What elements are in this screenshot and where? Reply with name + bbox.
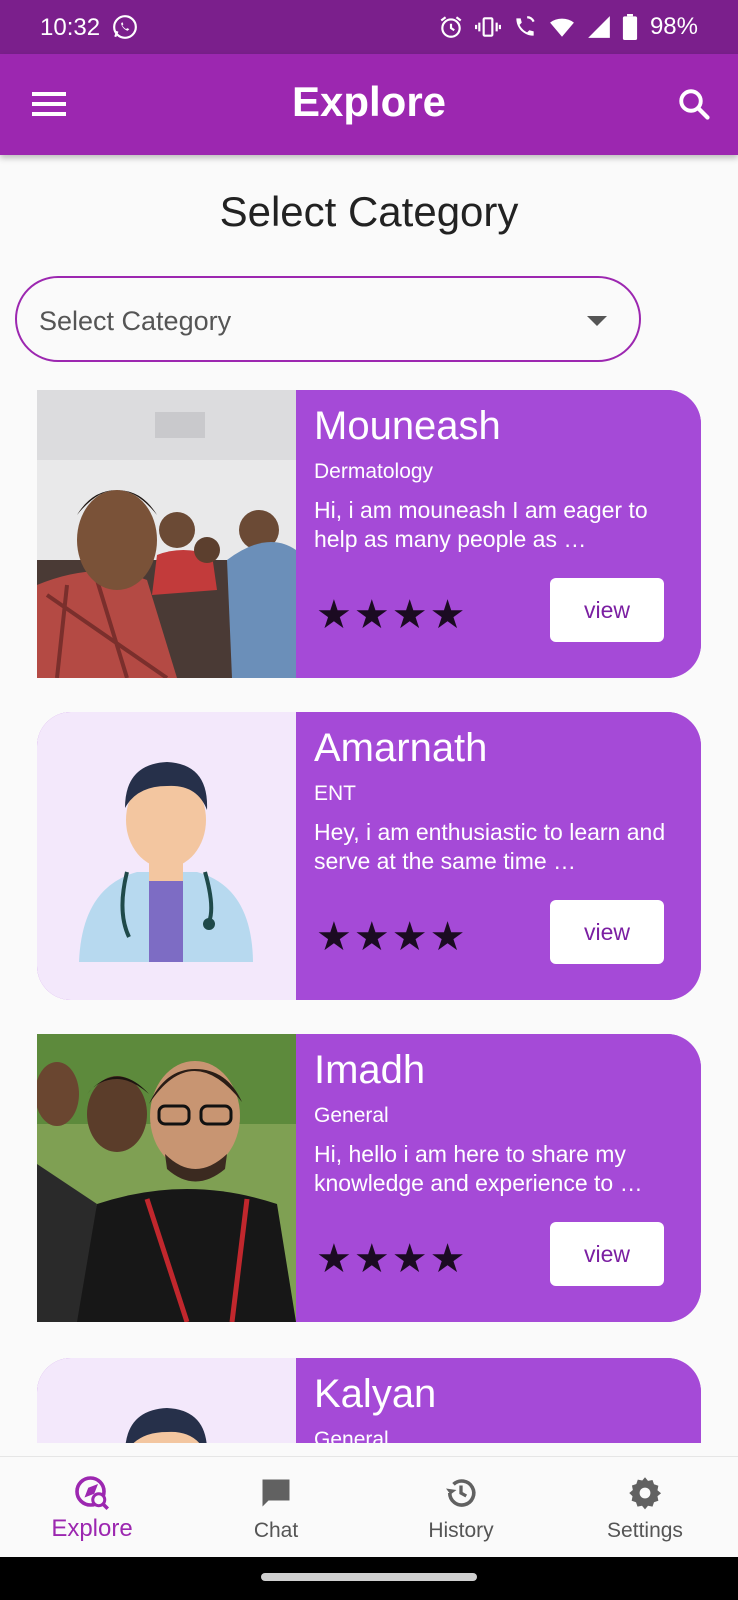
doctor-name: Imadh [314,1048,426,1092]
status-time: 10:32 [40,14,101,41]
doctor-card[interactable]: Mouneash Dermatology Hi, i am mouneash I… [37,390,701,678]
doctor-name: Mouneash [314,404,501,448]
app-bar: Explore [0,54,738,155]
nav-label: History [428,1519,494,1542]
doctor-bio: Hey, i am enthusiastic to learn and serv… [314,819,666,874]
home-gesture-handle[interactable] [261,1573,477,1581]
doctor-avatar-illustration [37,1358,296,1443]
explore-icon [75,1476,110,1511]
doctor-specialty: Dermatology [314,460,434,483]
star-rating: ★★★★ [316,1237,468,1281]
whatsapp-icon [113,15,137,39]
star-rating: ★★★★ [316,593,468,637]
doctor-photo [37,1034,296,1322]
doctor-card-content: Amarnath ENT Hey, i am enthusiastic to l… [296,712,701,1000]
settings-icon [629,1477,662,1510]
doctor-card-content: Imadh General Hi, hello i am here to sha… [296,1034,701,1322]
nav-label: Explore [51,1515,133,1542]
wifi-icon [550,18,574,37]
section-heading: Select Category [219,188,519,235]
battery-percent: 98% [649,13,698,40]
doctor-photo [37,390,296,678]
signal-icon [588,16,610,38]
page-title: Explore [291,78,447,125]
doctor-bio: Hi, hello i am here to share my knowledg… [314,1141,643,1196]
bottom-navigation: Explore Chat History Settings [0,1456,738,1558]
view-button[interactable]: view [550,578,664,642]
category-dropdown[interactable]: Select Category [15,276,641,362]
doctor-name: Kalyan [314,1372,437,1416]
doctor-card-content: Kalyan General [296,1358,701,1443]
doctor-card[interactable]: Amarnath ENT Hey, i am enthusiastic to l… [37,712,701,1000]
doctor-specialty: General [314,1428,389,1443]
battery-icon [622,14,638,40]
wifi-call-icon [516,16,535,36]
nav-item-explore[interactable]: Explore [12,1457,172,1558]
doctor-list[interactable]: Mouneash Dermatology Hi, i am mouneash I… [0,388,738,1443]
chat-icon [262,1479,290,1507]
nav-item-settings[interactable]: Settings [565,1457,725,1558]
history-icon [446,1479,476,1507]
alarm-icon [440,16,462,38]
view-button[interactable]: view [550,1222,664,1286]
status-icons: 98% [438,13,698,41]
doctor-card-content: Mouneash Dermatology Hi, i am mouneash I… [296,390,701,678]
doctor-specialty: General [314,1104,389,1127]
nav-label: Settings [607,1519,683,1542]
category-dropdown-placeholder: Select Category [39,306,232,336]
system-nav-bar [0,1557,738,1600]
nav-label: Chat [253,1519,299,1542]
nav-item-history[interactable]: History [381,1457,541,1558]
doctor-card[interactable]: Imadh General Hi, hello i am here to sha… [37,1034,701,1322]
star-rating: ★★★★ [316,915,468,959]
doctor-name: Amarnath [314,726,488,770]
nav-item-chat[interactable]: Chat [196,1457,356,1558]
view-button[interactable]: view [550,900,664,964]
dropdown-arrow-icon [587,316,607,326]
doctor-card[interactable]: Kalyan General [37,1358,701,1443]
doctor-avatar-illustration [37,712,296,1000]
vibrate-icon [474,17,501,37]
status-bar: 10:32 98% [0,0,738,54]
search-icon[interactable] [676,86,712,122]
doctor-bio: Hi, i am mouneash I am eager to help as … [314,497,648,552]
doctor-specialty: ENT [314,782,356,805]
